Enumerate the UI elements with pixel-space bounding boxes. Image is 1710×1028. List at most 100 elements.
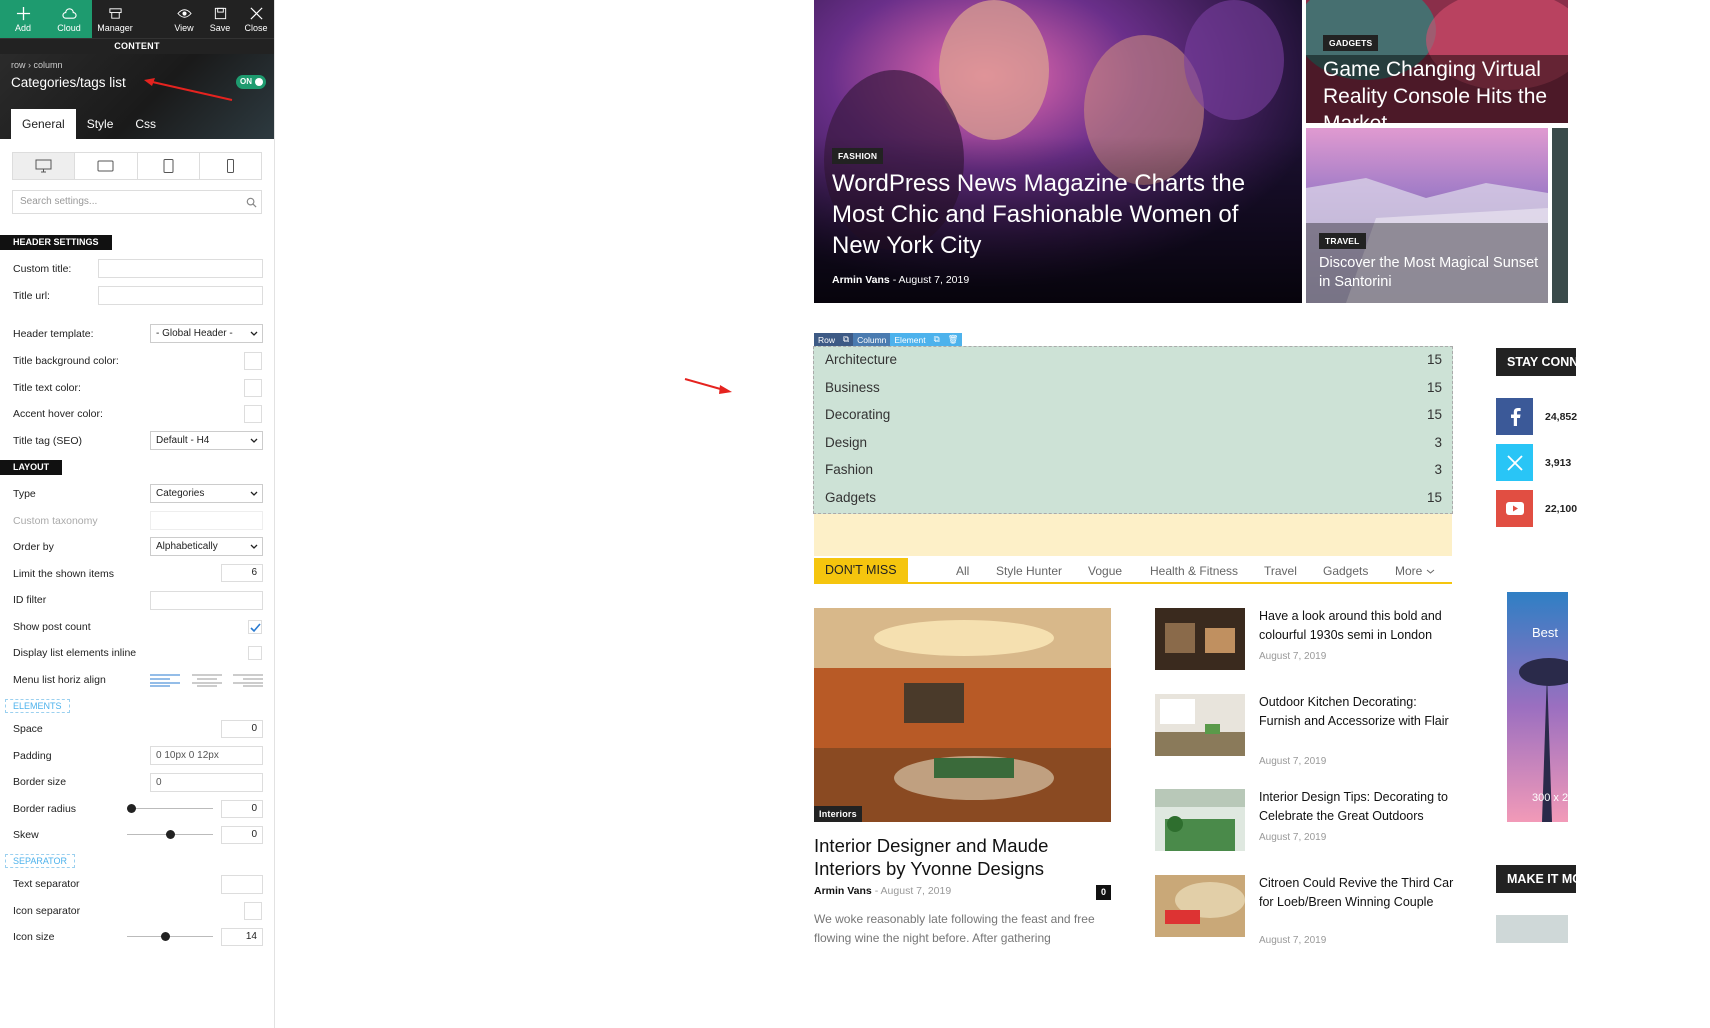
list-item[interactable]: Architecture 15	[825, 352, 1442, 372]
tab-style[interactable]: Style	[76, 109, 125, 139]
more-label: More	[1395, 564, 1423, 578]
ad-banner[interactable]: Best 300 x 250	[1507, 592, 1568, 822]
slider-handle[interactable]	[161, 932, 170, 941]
list-item[interactable]: Fashion 3	[825, 462, 1442, 482]
icon-size-slider[interactable]	[127, 932, 213, 941]
border-radius-input[interactable]: 0	[221, 800, 263, 818]
accent-hover-color-picker[interactable]	[244, 405, 262, 423]
id-filter-input[interactable]	[150, 591, 263, 610]
breadcrumb[interactable]: row › column	[11, 60, 63, 70]
device-switcher	[12, 152, 262, 180]
device-phone[interactable]	[198, 153, 261, 179]
add-button[interactable]: Add	[0, 0, 46, 38]
manager-button[interactable]: Manager	[92, 0, 138, 38]
big-post-image[interactable]: Interiors	[814, 608, 1111, 822]
skew-slider[interactable]	[127, 830, 213, 839]
tile-post-gadgets[interactable]: GADGETS Game Changing Virtual Reality Co…	[1306, 0, 1568, 123]
edit-bar-element[interactable]: Element	[890, 333, 930, 346]
edit-bar-column[interactable]: Column	[853, 333, 891, 346]
limit-input[interactable]: 6	[221, 564, 263, 582]
save-button[interactable]: Save	[202, 0, 238, 38]
title-text-color-picker[interactable]	[244, 379, 262, 397]
categories-list-element[interactable]: Architecture 15 Business 15 Decorating 15 D…	[813, 346, 1453, 514]
order-by-select[interactable]: Alphabetically	[150, 537, 263, 556]
row-duplicate-icon[interactable]: ⧉	[839, 333, 854, 346]
element-duplicate-icon[interactable]: ⧉	[929, 333, 944, 346]
align-center-icon[interactable]	[192, 674, 222, 687]
align-right-icon[interactable]	[233, 674, 263, 687]
custom-taxonomy-input[interactable]	[150, 511, 263, 530]
edit-bar-row[interactable]: Row	[814, 333, 840, 346]
custom-title-input[interactable]	[98, 259, 263, 278]
small-post-thumb[interactable]	[1155, 608, 1245, 670]
tile-post-travel[interactable]: TRAVEL Discover the Most Magical Sunset …	[1306, 128, 1548, 303]
tab-travel[interactable]: Travel	[1264, 564, 1297, 578]
big-post-category-tag[interactable]: Interiors	[814, 806, 862, 822]
align-left-icon[interactable]	[150, 674, 180, 687]
cloud-button[interactable]: Cloud	[46, 0, 92, 38]
widget-thumbnail-partial[interactable]	[1496, 915, 1568, 943]
view-button[interactable]: View	[166, 0, 202, 38]
icon-separator-picker[interactable]	[244, 902, 262, 920]
border-radius-slider[interactable]	[127, 804, 213, 813]
list-item[interactable]: Decorating 15	[825, 407, 1442, 427]
list-item[interactable]: Business 15	[825, 380, 1442, 400]
element-delete-icon[interactable]: 🗑	[943, 333, 963, 346]
display-inline-checkbox[interactable]	[248, 646, 262, 660]
small-post-title[interactable]: Interior Design Tips: Decorating to Cele…	[1259, 788, 1454, 825]
device-tablet-portrait[interactable]	[136, 153, 199, 179]
small-post-title[interactable]: Outdoor Kitchen Decorating: Furnish and …	[1259, 693, 1454, 730]
tile-post-partial[interactable]	[1552, 128, 1568, 303]
list-item[interactable]: Design 3	[825, 435, 1442, 455]
show-post-count-checkbox[interactable]	[248, 620, 262, 634]
tile2-category-tag[interactable]: TRAVEL	[1319, 233, 1366, 249]
icon-size-input[interactable]: 14	[221, 928, 263, 946]
tile2-title[interactable]: Discover the Most Magical Sunset in Sant…	[1319, 254, 1539, 292]
device-tablet-landscape[interactable]	[74, 153, 136, 179]
tab-style-hunter[interactable]: Style Hunter	[996, 564, 1062, 578]
facebook-button[interactable]	[1496, 398, 1533, 435]
type-select[interactable]: Categories	[150, 484, 263, 503]
tab-more[interactable]: More	[1395, 564, 1435, 578]
close-button[interactable]: Close	[238, 0, 274, 38]
padding-input[interactable]: 0 10px 0 12px	[150, 746, 263, 765]
search-settings-input[interactable]: Search settings...	[12, 190, 262, 214]
hero-author[interactable]: Armin Vans	[832, 274, 890, 286]
small-post-title[interactable]: Have a look around this bold and colourf…	[1259, 607, 1454, 644]
element-on-toggle[interactable]: ON	[236, 75, 266, 89]
small-post-title[interactable]: Citroen Could Revive the Third Car for L…	[1259, 874, 1454, 911]
bedroom-image	[1155, 608, 1245, 670]
title-tag-select[interactable]: Default - H4	[150, 431, 263, 450]
slider-handle[interactable]	[127, 804, 136, 813]
tile1-category-tag[interactable]: GADGETS	[1323, 35, 1379, 51]
tile1-title[interactable]: Game Changing Virtual Reality Console Hi…	[1323, 56, 1568, 123]
tab-css[interactable]: Css	[124, 109, 167, 139]
space-input[interactable]: 0	[221, 720, 263, 738]
youtube-button[interactable]	[1496, 490, 1533, 527]
tab-general[interactable]: General	[11, 109, 76, 139]
tab-gadgets[interactable]: Gadgets	[1323, 564, 1368, 578]
big-post-author[interactable]: Armin Vans	[814, 885, 872, 897]
big-post-title[interactable]: Interior Designer and Maude Interiors by…	[814, 834, 1114, 880]
tab-health-fitness[interactable]: Health & Fitness	[1150, 564, 1238, 578]
small-post-thumb[interactable]	[1155, 694, 1245, 756]
comment-count-badge[interactable]: 0	[1096, 885, 1111, 900]
twitter-button[interactable]	[1496, 444, 1533, 481]
border-size-input[interactable]: 0	[150, 773, 263, 792]
garden-image	[1155, 789, 1245, 851]
small-post-thumb[interactable]	[1155, 789, 1245, 851]
title-url-input[interactable]	[98, 286, 263, 305]
hero-category-tag[interactable]: FASHION	[832, 148, 884, 164]
tab-vogue[interactable]: Vogue	[1088, 564, 1122, 578]
list-item[interactable]: Gadgets 15	[825, 490, 1442, 510]
hero-post[interactable]: FASHION WordPress News Magazine Charts t…	[814, 0, 1302, 303]
header-template-select[interactable]: - Global Header -	[150, 324, 263, 343]
title-bg-color-picker[interactable]	[244, 352, 262, 370]
device-desktop[interactable]	[13, 153, 75, 179]
text-separator-input[interactable]	[221, 875, 263, 894]
skew-input[interactable]: 0	[221, 826, 263, 844]
tab-all[interactable]: All	[956, 564, 969, 578]
small-post-thumb[interactable]	[1155, 875, 1245, 937]
hero-title[interactable]: WordPress News Magazine Charts the Most …	[832, 168, 1252, 261]
slider-handle[interactable]	[166, 830, 175, 839]
